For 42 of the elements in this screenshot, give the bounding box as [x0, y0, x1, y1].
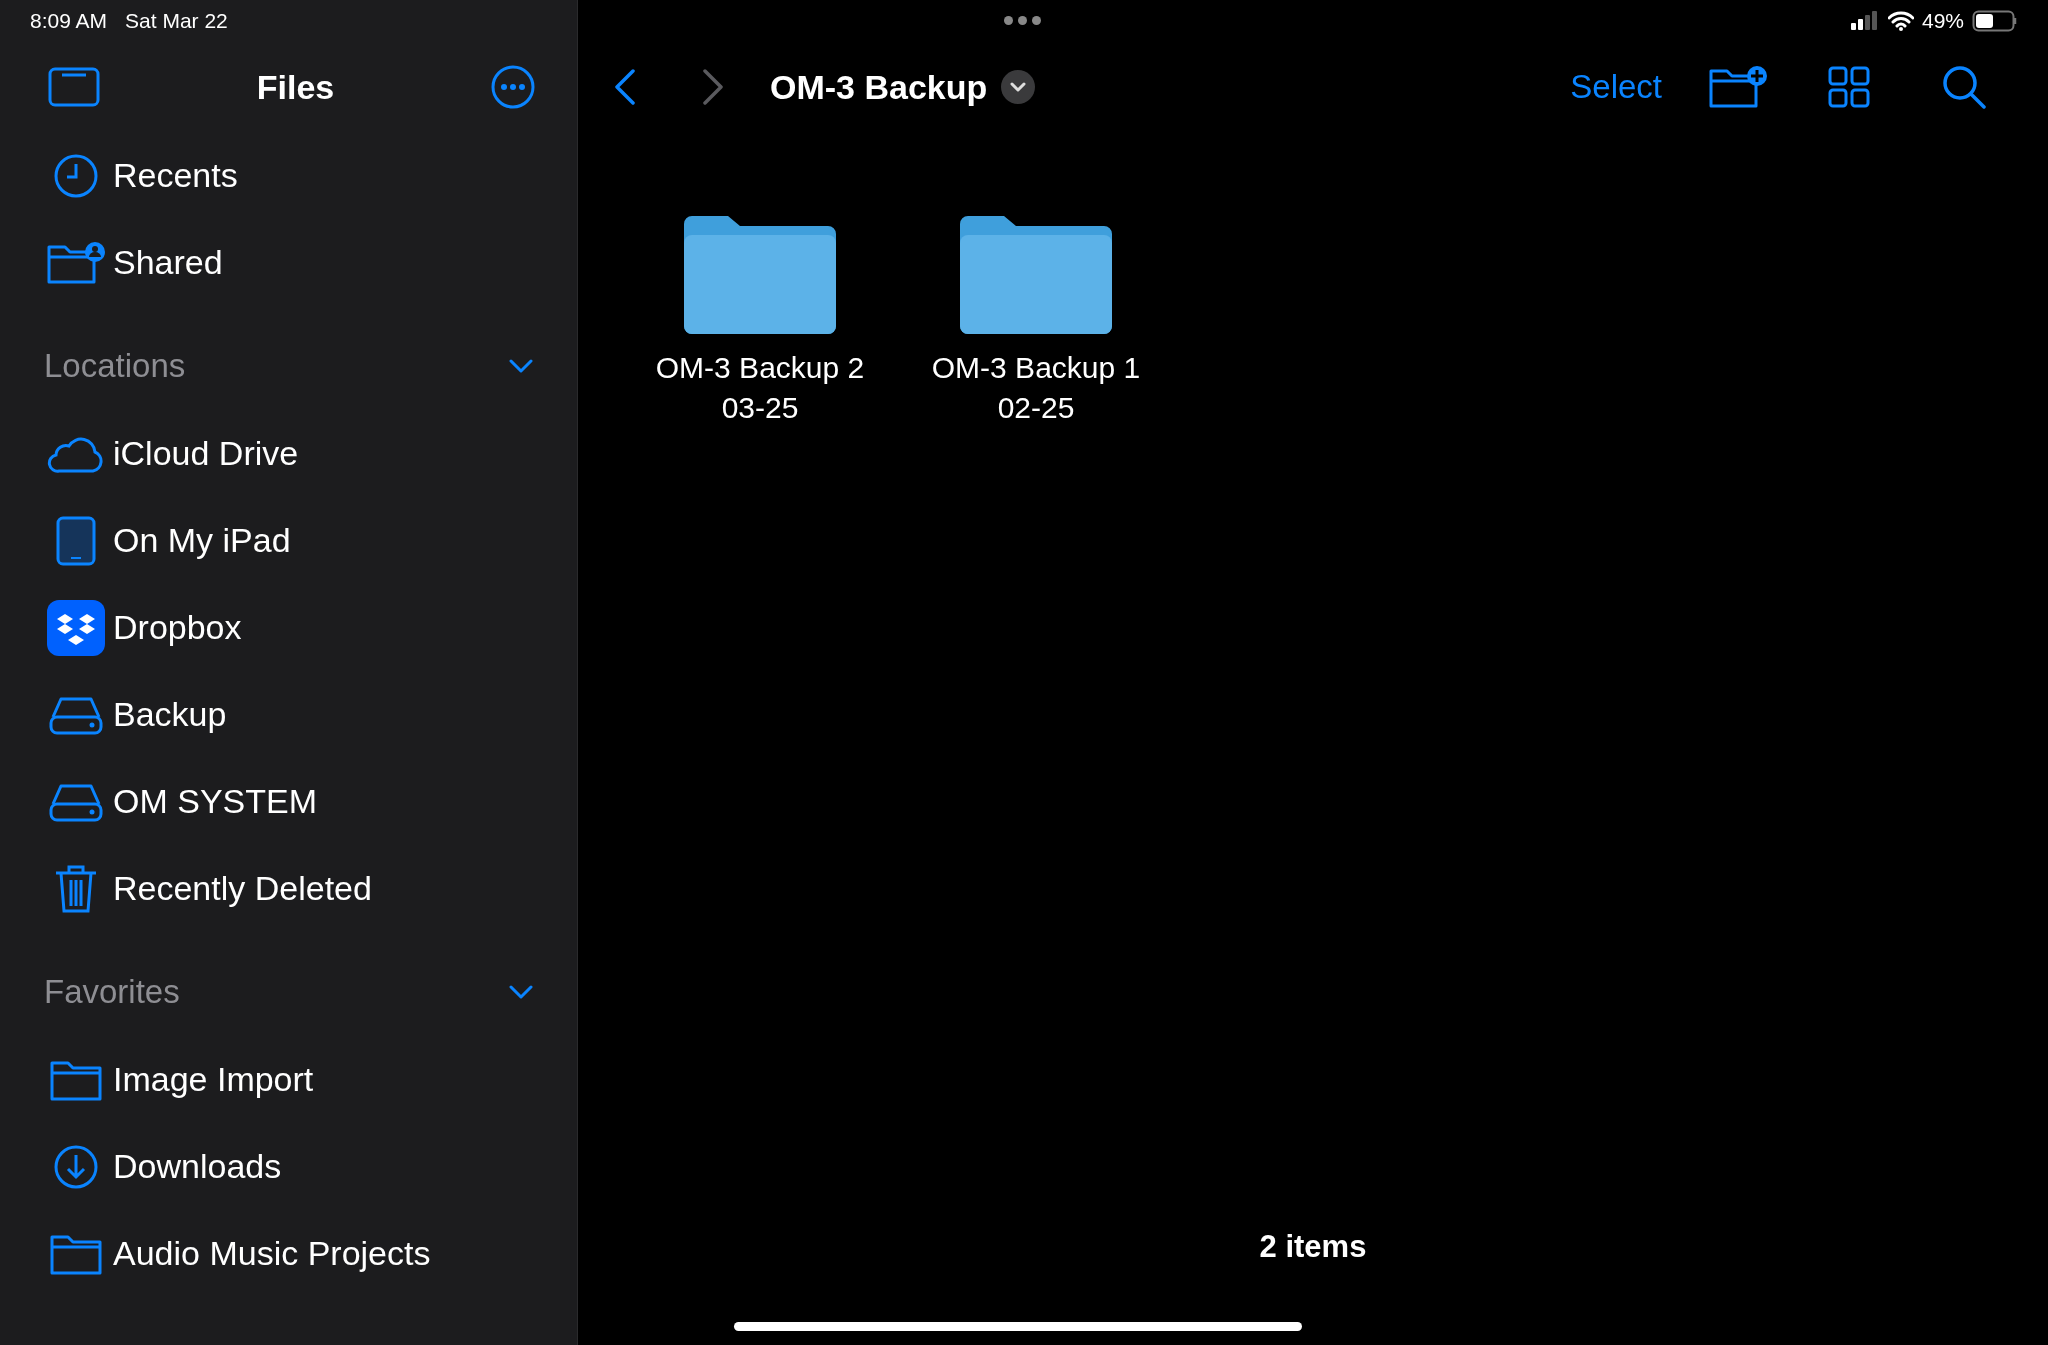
sidebar-item[interactable]: On My iPad — [0, 497, 577, 584]
sidebar-item[interactable]: iCloud Drive — [0, 410, 577, 497]
sidebar-item[interactable]: Dropbox — [0, 584, 577, 671]
sidebar-item[interactable]: Recents — [0, 132, 577, 219]
folder-icon[interactable] — [960, 214, 1112, 334]
shared-folder-icon — [45, 241, 106, 284]
status-time: 8:09 AM — [30, 9, 108, 33]
back-button[interactable] — [614, 69, 636, 105]
sidebar-toggle-button[interactable] — [48, 67, 100, 107]
sidebar-item[interactable]: OM SYSTEM — [0, 758, 577, 845]
select-button[interactable]: Select — [1570, 68, 1662, 106]
sidebar-title: Files — [256, 67, 335, 107]
chevron-icon[interactable] — [509, 359, 533, 373]
title-menu-button[interactable] — [1001, 70, 1036, 104]
folder-name[interactable]: OM-3 Backup 1 02-25 — [931, 348, 1141, 428]
chevron-icon[interactable] — [509, 985, 533, 999]
grid-view-button[interactable] — [1828, 66, 1870, 108]
sidebar-item[interactable]: Shared — [0, 219, 577, 306]
folder-icon[interactable] — [684, 214, 836, 334]
new-folder-button[interactable] — [1708, 66, 1768, 108]
sidebar-item[interactable]: Backup — [0, 671, 577, 758]
section-header[interactable]: Favorites — [0, 948, 577, 1036]
folder-name[interactable]: OM-3 Backup 2 03-25 — [655, 348, 865, 428]
section-header[interactable]: Locations — [0, 322, 577, 410]
box-logo-icon — [46, 599, 105, 656]
battery-icon — [1972, 10, 2018, 32]
search-button[interactable] — [1942, 65, 1986, 109]
download-icon — [52, 1143, 99, 1190]
tablet-icon — [55, 515, 96, 566]
signal-icon — [1849, 11, 1880, 31]
clock-icon — [52, 152, 99, 199]
more-button[interactable] — [491, 65, 535, 109]
sidebar-item[interactable]: Image Import — [0, 1036, 577, 1123]
wifi-icon — [1887, 11, 1914, 31]
item-count: 2 items — [1259, 1229, 1367, 1265]
trash-icon — [53, 863, 98, 914]
sidebar-item[interactable]: Downloads — [0, 1123, 577, 1210]
folder-title: OM-3 Backup — [770, 67, 988, 107]
sidebar-item[interactable]: Recently Deleted — [0, 845, 577, 932]
battery-percent: 49% — [1921, 9, 1964, 33]
status-date: Sat Mar 22 — [125, 9, 228, 33]
sidebar-item[interactable]: Audio Music Projects — [0, 1210, 577, 1297]
